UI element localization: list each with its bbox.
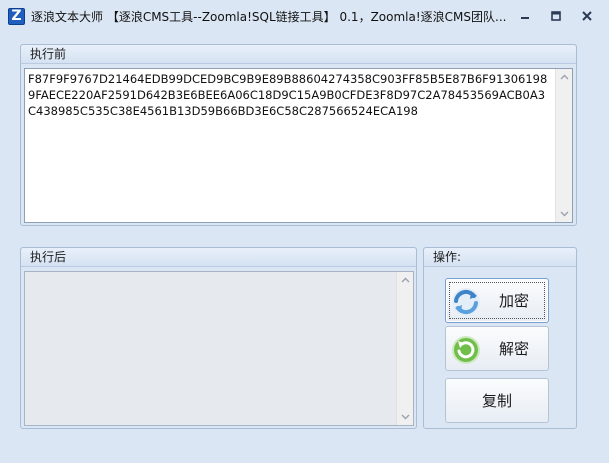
close-icon [582, 11, 592, 21]
chevron-down-icon [560, 211, 568, 217]
after-group-label: 执行后 [21, 248, 416, 267]
scroll-up-button[interactable] [397, 272, 413, 288]
operations-group-label: 操作: [424, 248, 576, 267]
minimize-icon [521, 17, 529, 19]
after-textarea[interactable] [24, 271, 414, 426]
encrypt-button[interactable]: 加密 [445, 278, 549, 323]
chevron-up-icon [401, 277, 409, 283]
chevron-down-icon [401, 414, 409, 420]
close-button[interactable] [574, 6, 600, 26]
after-group: 执行后 [20, 247, 417, 429]
scroll-down-button[interactable] [556, 206, 572, 222]
before-scrollbar[interactable] [555, 69, 572, 222]
encrypt-label: 加密 [498, 292, 529, 310]
before-group-label: 执行前 [21, 45, 576, 64]
before-group: 执行前 F87F9F9767D21464EDB99DCED9BC9B9E89B8… [20, 44, 577, 226]
minimize-button[interactable] [512, 6, 538, 26]
app-logo-icon: Z [8, 8, 25, 25]
decrypt-button[interactable]: 解密 [445, 326, 549, 371]
scroll-up-button[interactable] [556, 69, 572, 85]
copy-label: 复制 [481, 392, 512, 410]
title-bar[interactable]: Z 逐浪文本大师 【逐浪CMS工具--Zoomla!SQL链接工具】 0.1，Z… [0, 0, 609, 34]
operations-group: 操作: 加密 解密 复制 [423, 247, 577, 429]
decrypt-label: 解密 [498, 340, 529, 358]
refresh-arrows-icon [452, 288, 480, 316]
copy-button[interactable]: 复制 [445, 378, 549, 423]
after-text[interactable] [28, 274, 393, 423]
before-textarea[interactable]: F87F9F9767D21464EDB99DCED9BC9B9E89B88604… [24, 68, 573, 223]
maximize-icon [551, 11, 561, 21]
before-text[interactable]: F87F9F9767D21464EDB99DCED9BC9B9E89B88604… [28, 71, 552, 220]
maximize-button[interactable] [543, 6, 569, 26]
green-refresh-icon [452, 336, 480, 364]
after-scrollbar[interactable] [396, 272, 413, 425]
scroll-down-button[interactable] [397, 409, 413, 425]
window-title: 逐浪文本大师 【逐浪CMS工具--Zoomla!SQL链接工具】 0.1，Zoo… [31, 10, 507, 24]
chevron-up-icon [560, 74, 568, 80]
